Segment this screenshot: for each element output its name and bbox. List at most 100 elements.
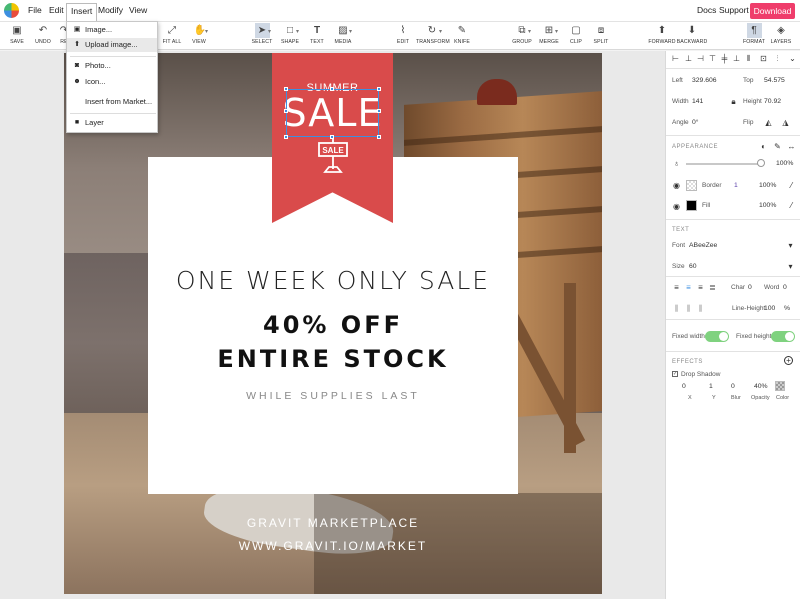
offer-text[interactable]: 40% OFF [148,311,518,339]
supplies-text[interactable]: WHILE SUPPLIES LAST [148,390,518,402]
resize-handle[interactable] [284,109,288,113]
support-link[interactable]: Support [719,5,749,15]
width-input[interactable]: 141 [692,98,703,105]
media-chevron-down-icon[interactable]: ▾ [349,28,352,35]
drop-shadow-checkbox[interactable]: ✓ [672,371,678,377]
align-bottom-icon[interactable]: ⊥ [732,54,741,63]
forward-button[interactable]: ⬆ FORWARD [648,22,676,50]
border-width-input[interactable]: 1 [734,182,738,189]
text-align-justify-icon[interactable]: ≣ [708,283,717,292]
line-height-input[interactable]: 100 [764,305,775,312]
insert-photo-item[interactable]: ◙ Photo... [67,59,157,73]
chevron-down-icon[interactable]: ⌄ [788,54,797,63]
media-tool[interactable]: ▨ MEDIA [332,22,354,50]
merge-chevron-down-icon[interactable]: ▾ [555,28,558,35]
shadow-color-swatch[interactable] [775,381,785,391]
pen-icon[interactable]: ✎ [773,142,782,151]
resize-handle[interactable] [377,87,381,91]
format-tab[interactable]: ¶ FORMAT [741,22,767,50]
fit-all-button[interactable]: ⤢ FIT ALL [161,22,183,50]
undo-button[interactable]: ↶ UNDO [32,22,54,50]
insert-icon-item[interactable]: ☻ Icon... [67,75,157,89]
stock-text[interactable]: ENTIRE STOCK [148,345,518,373]
upload-image-item[interactable]: ⬆ Upload image... [67,38,157,52]
eye-dropper-icon[interactable]: ⁄ [787,181,796,190]
vertical-align-icon[interactable]: ⫼ [672,304,681,313]
resize-handle[interactable] [377,135,381,139]
align-center-icon[interactable]: ⊥ [684,54,693,63]
line-icon[interactable]: ↔ [787,142,796,151]
marketplace-text[interactable]: GRAVIT MARKETPLACE [64,516,602,530]
chevron-down-icon[interactable]: ▾ [786,262,795,271]
align-middle-icon[interactable]: ╪ [720,54,729,63]
shadow-x-input[interactable]: 0 [682,383,686,390]
view-button[interactable]: ✋ VIEW [188,22,210,50]
angle-input[interactable]: 0° [692,119,699,126]
menu-file[interactable]: File [28,5,42,15]
add-effect-icon[interactable]: + [784,356,793,365]
fill-opacity-input[interactable]: 100% [759,202,776,209]
shadow-opacity-input[interactable]: 40% [754,383,768,390]
border-color-swatch[interactable] [686,180,697,191]
left-input[interactable]: 329.606 [692,77,717,84]
resize-handle[interactable] [284,87,288,91]
layers-tab[interactable]: ◈ LAYERS [768,22,794,50]
shadow-blur-input[interactable]: 0 [731,383,735,390]
eye-icon[interactable]: ◉ [672,181,681,190]
split-button[interactable]: ⧈ SPLIT [590,22,612,50]
fill-color-swatch[interactable] [686,200,697,211]
fixed-height-toggle[interactable] [771,331,795,342]
insert-layer-item[interactable]: ■ Layer [67,116,157,130]
size-input[interactable]: 60 [689,263,697,270]
eye-dropper-icon[interactable]: ◐ [759,142,768,151]
docs-link[interactable]: Docs [697,5,716,15]
view-chevron-down-icon[interactable]: ▾ [205,28,208,35]
text-align-left-icon[interactable]: ≡ [672,283,681,292]
shape-tool[interactable]: □ SHAPE [279,22,301,50]
align-target-icon[interactable]: ⊡ [759,54,768,63]
resize-handle[interactable] [330,135,334,139]
selection-box[interactable] [284,87,381,139]
insert-from-market-item[interactable]: Insert from Market... [67,95,157,109]
merge-button[interactable]: ⊞ MERGE [538,22,560,50]
transform-tool[interactable]: ↻ TRANSFORM [416,22,450,50]
align-left-icon[interactable]: ⊢ [671,54,680,63]
select-tool[interactable]: ➤ SELECT [250,22,274,50]
menu-modify[interactable]: Modify [98,5,123,15]
opacity-slider-track[interactable] [686,163,760,165]
border-opacity-input[interactable]: 100% [759,182,776,189]
edit-tool[interactable]: ⌇ EDIT [392,22,414,50]
top-input[interactable]: 54.575 [764,77,785,84]
insert-image-item[interactable]: ▣ Image... [67,23,157,37]
resize-handle[interactable] [330,87,334,91]
word-spacing-input[interactable]: 0 [783,284,787,291]
group-chevron-down-icon[interactable]: ▾ [528,28,531,35]
fixed-width-toggle[interactable] [705,331,729,342]
opacity-value[interactable]: 100% [776,160,793,167]
group-button[interactable]: ⧉ GROUP [511,22,533,50]
backward-button[interactable]: ⬇ BACKWARD [676,22,708,50]
shadow-y-input[interactable]: 1 [709,383,713,390]
eye-icon[interactable]: ◉ [672,202,681,211]
height-input[interactable]: 70.92 [764,98,781,105]
vertical-align-icon[interactable]: ⫼ [696,304,705,313]
flip-horizontal-icon[interactable]: ◭ [764,118,773,127]
font-select[interactable]: ABeeZee [689,242,717,249]
text-align-right-icon[interactable]: ≡ [696,283,705,292]
more-align-icon[interactable]: ⫶ [773,54,782,63]
opacity-slider-knob[interactable] [757,159,765,167]
download-button[interactable]: Download [750,3,795,19]
menu-insert[interactable]: Insert [66,3,98,21]
url-text[interactable]: WWW.GRAVIT.IO/MARKET [64,539,602,553]
distribute-icon[interactable]: ⫴ [744,54,753,63]
lock-icon[interactable]: 🔒︎ [729,97,738,106]
text-align-center-icon[interactable]: ≡ [684,283,693,292]
resize-handle[interactable] [377,109,381,113]
select-chevron-down-icon[interactable]: ▾ [268,28,271,35]
shape-chevron-down-icon[interactable]: ▾ [296,28,299,35]
char-spacing-input[interactable]: 0 [748,284,752,291]
chevron-down-icon[interactable]: ▾ [786,241,795,250]
transform-chevron-down-icon[interactable]: ▾ [439,28,442,35]
eye-dropper-icon[interactable]: ⁄ [787,201,796,210]
flip-vertical-icon[interactable]: ◮ [781,118,790,127]
